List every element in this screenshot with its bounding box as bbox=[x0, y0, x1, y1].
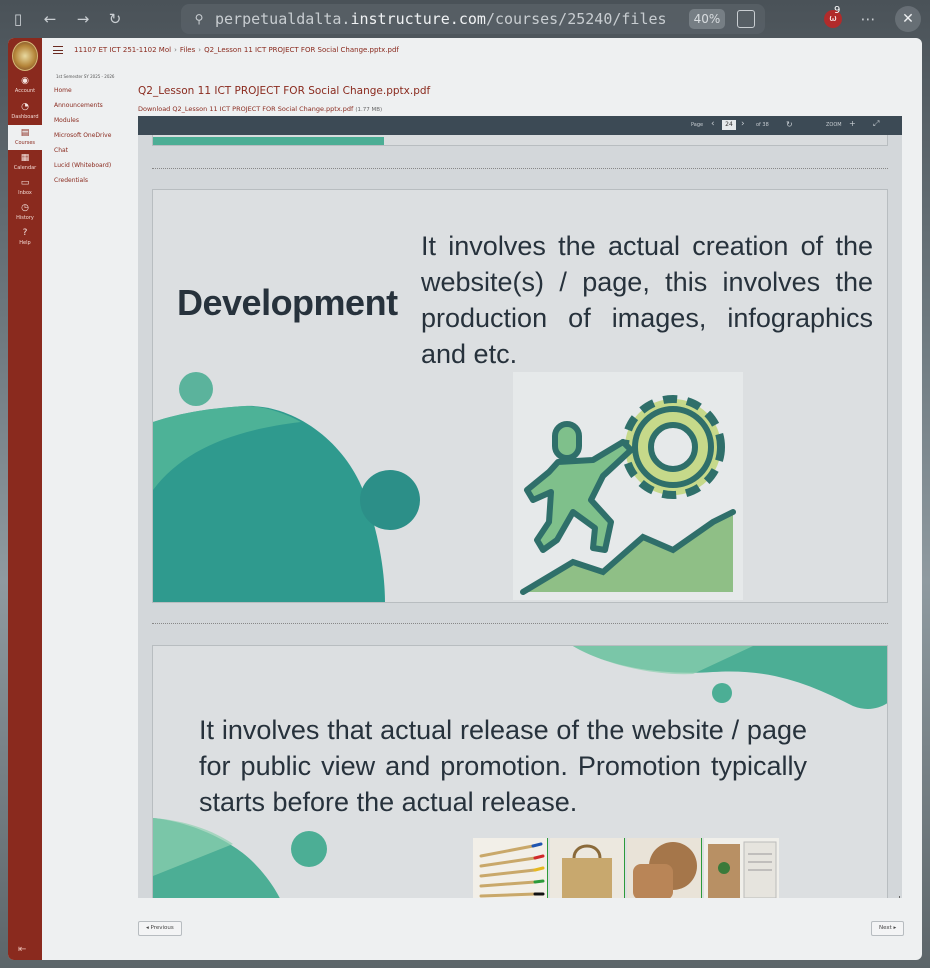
course-nav-chat[interactable]: Chat bbox=[54, 147, 138, 162]
slide-development: Development It involves the actual creat… bbox=[152, 189, 888, 603]
development-illustration bbox=[513, 372, 743, 600]
history-icon: ◷ bbox=[21, 203, 29, 213]
inbox-icon: ▭ bbox=[20, 178, 30, 188]
download-link[interactable]: Download Q2_Lesson 11 ICT PROJECT FOR So… bbox=[138, 105, 353, 113]
gnav-courses[interactable]: ▤ Courses bbox=[8, 125, 42, 150]
gnav-label: Help bbox=[19, 240, 31, 246]
page-total: of 38 bbox=[756, 122, 769, 128]
gnav-label: Account bbox=[14, 88, 36, 94]
course-nav-modules[interactable]: Modules bbox=[54, 117, 138, 132]
global-navigation: ◉ Account ◔ Dashboard ▤ Courses ▦ Calend… bbox=[8, 38, 42, 960]
courses-icon: ▤ bbox=[20, 128, 30, 138]
tote-bag-image bbox=[550, 838, 625, 898]
calendar-icon: ▦ bbox=[20, 153, 30, 163]
gnav-inbox[interactable]: ▭ Inbox bbox=[8, 178, 42, 200]
slide-previous-tail bbox=[152, 135, 888, 146]
site-info-icon[interactable]: ⚲ bbox=[191, 11, 207, 27]
slide-body-text: It involves that actual release of the w… bbox=[199, 715, 807, 817]
gnav-history[interactable]: ◷ History bbox=[8, 203, 42, 225]
browser-toolbar: ▯ ← → ↻ ⚲ perpetualdalta.instructure.com… bbox=[0, 0, 930, 38]
page-divider bbox=[152, 168, 888, 169]
zoom-label: ZOOM bbox=[826, 122, 842, 128]
reader-mode-icon[interactable] bbox=[737, 10, 755, 28]
previous-button[interactable]: ◂ Previous bbox=[138, 921, 182, 936]
course-nav-announcements[interactable]: Announcements bbox=[54, 102, 138, 117]
page-divider bbox=[152, 623, 888, 624]
slide-heading: Development bbox=[177, 282, 398, 323]
course-nav-onedrive[interactable]: Microsoft OneDrive bbox=[54, 132, 138, 147]
sidebar-toggle-icon[interactable]: ▯ bbox=[8, 9, 28, 29]
gnav-label: Inbox bbox=[18, 190, 32, 196]
gnav-calendar[interactable]: ▦ Calendar bbox=[8, 153, 42, 175]
term-label: 1st Semester SY 2025 - 2026 bbox=[56, 74, 115, 79]
download-link-row: Download Q2_Lesson 11 ICT PROJECT FOR So… bbox=[138, 105, 382, 113]
promotional-products-image bbox=[473, 838, 779, 898]
course-nav-home[interactable]: Home bbox=[54, 87, 138, 102]
slide-body-text: It involves the actual creation of the w… bbox=[421, 231, 873, 369]
course-nav-credentials[interactable]: Credentials bbox=[54, 177, 138, 192]
file-title: Q2_Lesson 11 ICT PROJECT FOR Social Chan… bbox=[138, 85, 431, 97]
rotate-icon[interactable]: ↻ bbox=[786, 120, 793, 129]
file-size: (1.77 MB) bbox=[355, 107, 383, 113]
notebooks-image bbox=[704, 838, 779, 898]
back-icon[interactable]: ← bbox=[40, 9, 60, 29]
reload-icon[interactable]: ↻ bbox=[105, 9, 125, 29]
next-page-icon[interactable]: › bbox=[741, 119, 745, 129]
close-icon[interactable]: ✕ bbox=[895, 6, 921, 32]
breadcrumb-files[interactable]: Files bbox=[180, 46, 195, 54]
canvas-page: ◉ Account ◔ Dashboard ▤ Courses ▦ Calend… bbox=[8, 38, 922, 960]
coasters-image bbox=[627, 838, 702, 898]
next-button[interactable]: Next ▸ bbox=[871, 921, 905, 936]
forward-icon[interactable]: → bbox=[73, 9, 93, 29]
more-menu-icon[interactable]: ⋯ bbox=[858, 9, 878, 29]
prev-page-icon[interactable]: ‹ bbox=[711, 119, 715, 129]
slide-decoration bbox=[153, 137, 384, 145]
account-icon: ◉ bbox=[21, 76, 29, 86]
zoom-in-icon[interactable]: + bbox=[849, 119, 856, 128]
course-navigation: 1st Semester SY 2025 - 2026 Home Announc… bbox=[54, 74, 138, 192]
address-bar[interactable]: ⚲ perpetualdalta.instructure.com/courses… bbox=[181, 4, 765, 34]
resize-handle-icon[interactable] bbox=[890, 896, 900, 898]
url-text[interactable]: perpetualdalta.instructure.com/courses/2… bbox=[215, 10, 685, 28]
breadcrumb-current: Q2_Lesson 11 ICT PROJECT FOR Social Chan… bbox=[204, 46, 399, 54]
gnav-label: Dashboard bbox=[11, 114, 39, 120]
school-logo[interactable] bbox=[12, 41, 38, 71]
page-label: Page bbox=[691, 122, 704, 128]
breadcrumb: 11107 ET ICT 251-1102 Mol › Files › Q2_Lesso… bbox=[74, 46, 399, 54]
gnav-label: History bbox=[16, 215, 34, 221]
help-icon: ? bbox=[22, 228, 28, 238]
pens-image bbox=[473, 838, 548, 898]
slide-release: It involves that actual release of the w… bbox=[152, 645, 888, 898]
extension-badge: 9 bbox=[834, 5, 841, 16]
gnav-account[interactable]: ◉ Account bbox=[8, 76, 42, 98]
course-nav-lucid[interactable]: Lucid (Whiteboard) bbox=[54, 162, 138, 177]
course-menu-toggle-icon[interactable] bbox=[53, 46, 63, 54]
fullscreen-icon[interactable]: ⤢ bbox=[873, 119, 879, 129]
dashboard-icon: ◔ bbox=[21, 102, 29, 112]
pdf-toolbar: Page ‹ 24 › of 38 ↻ ZOOM + ⤢ bbox=[138, 116, 902, 135]
gnav-help[interactable]: ? Help bbox=[8, 228, 42, 250]
page-number-input[interactable]: 24 bbox=[722, 120, 736, 130]
gnav-dashboard[interactable]: ◔ Dashboard bbox=[8, 102, 42, 124]
zoom-indicator[interactable]: 40% bbox=[689, 9, 725, 29]
gnav-label: Calendar bbox=[13, 165, 37, 171]
breadcrumb-course[interactable]: 11107 ET ICT 251-1102 Mol bbox=[74, 46, 171, 54]
pdf-viewer: Page ‹ 24 › of 38 ↻ ZOOM + ⤢ Development… bbox=[138, 116, 902, 898]
collapse-nav-icon[interactable]: ⇤ bbox=[18, 944, 26, 955]
gnav-label: Courses bbox=[14, 140, 36, 146]
